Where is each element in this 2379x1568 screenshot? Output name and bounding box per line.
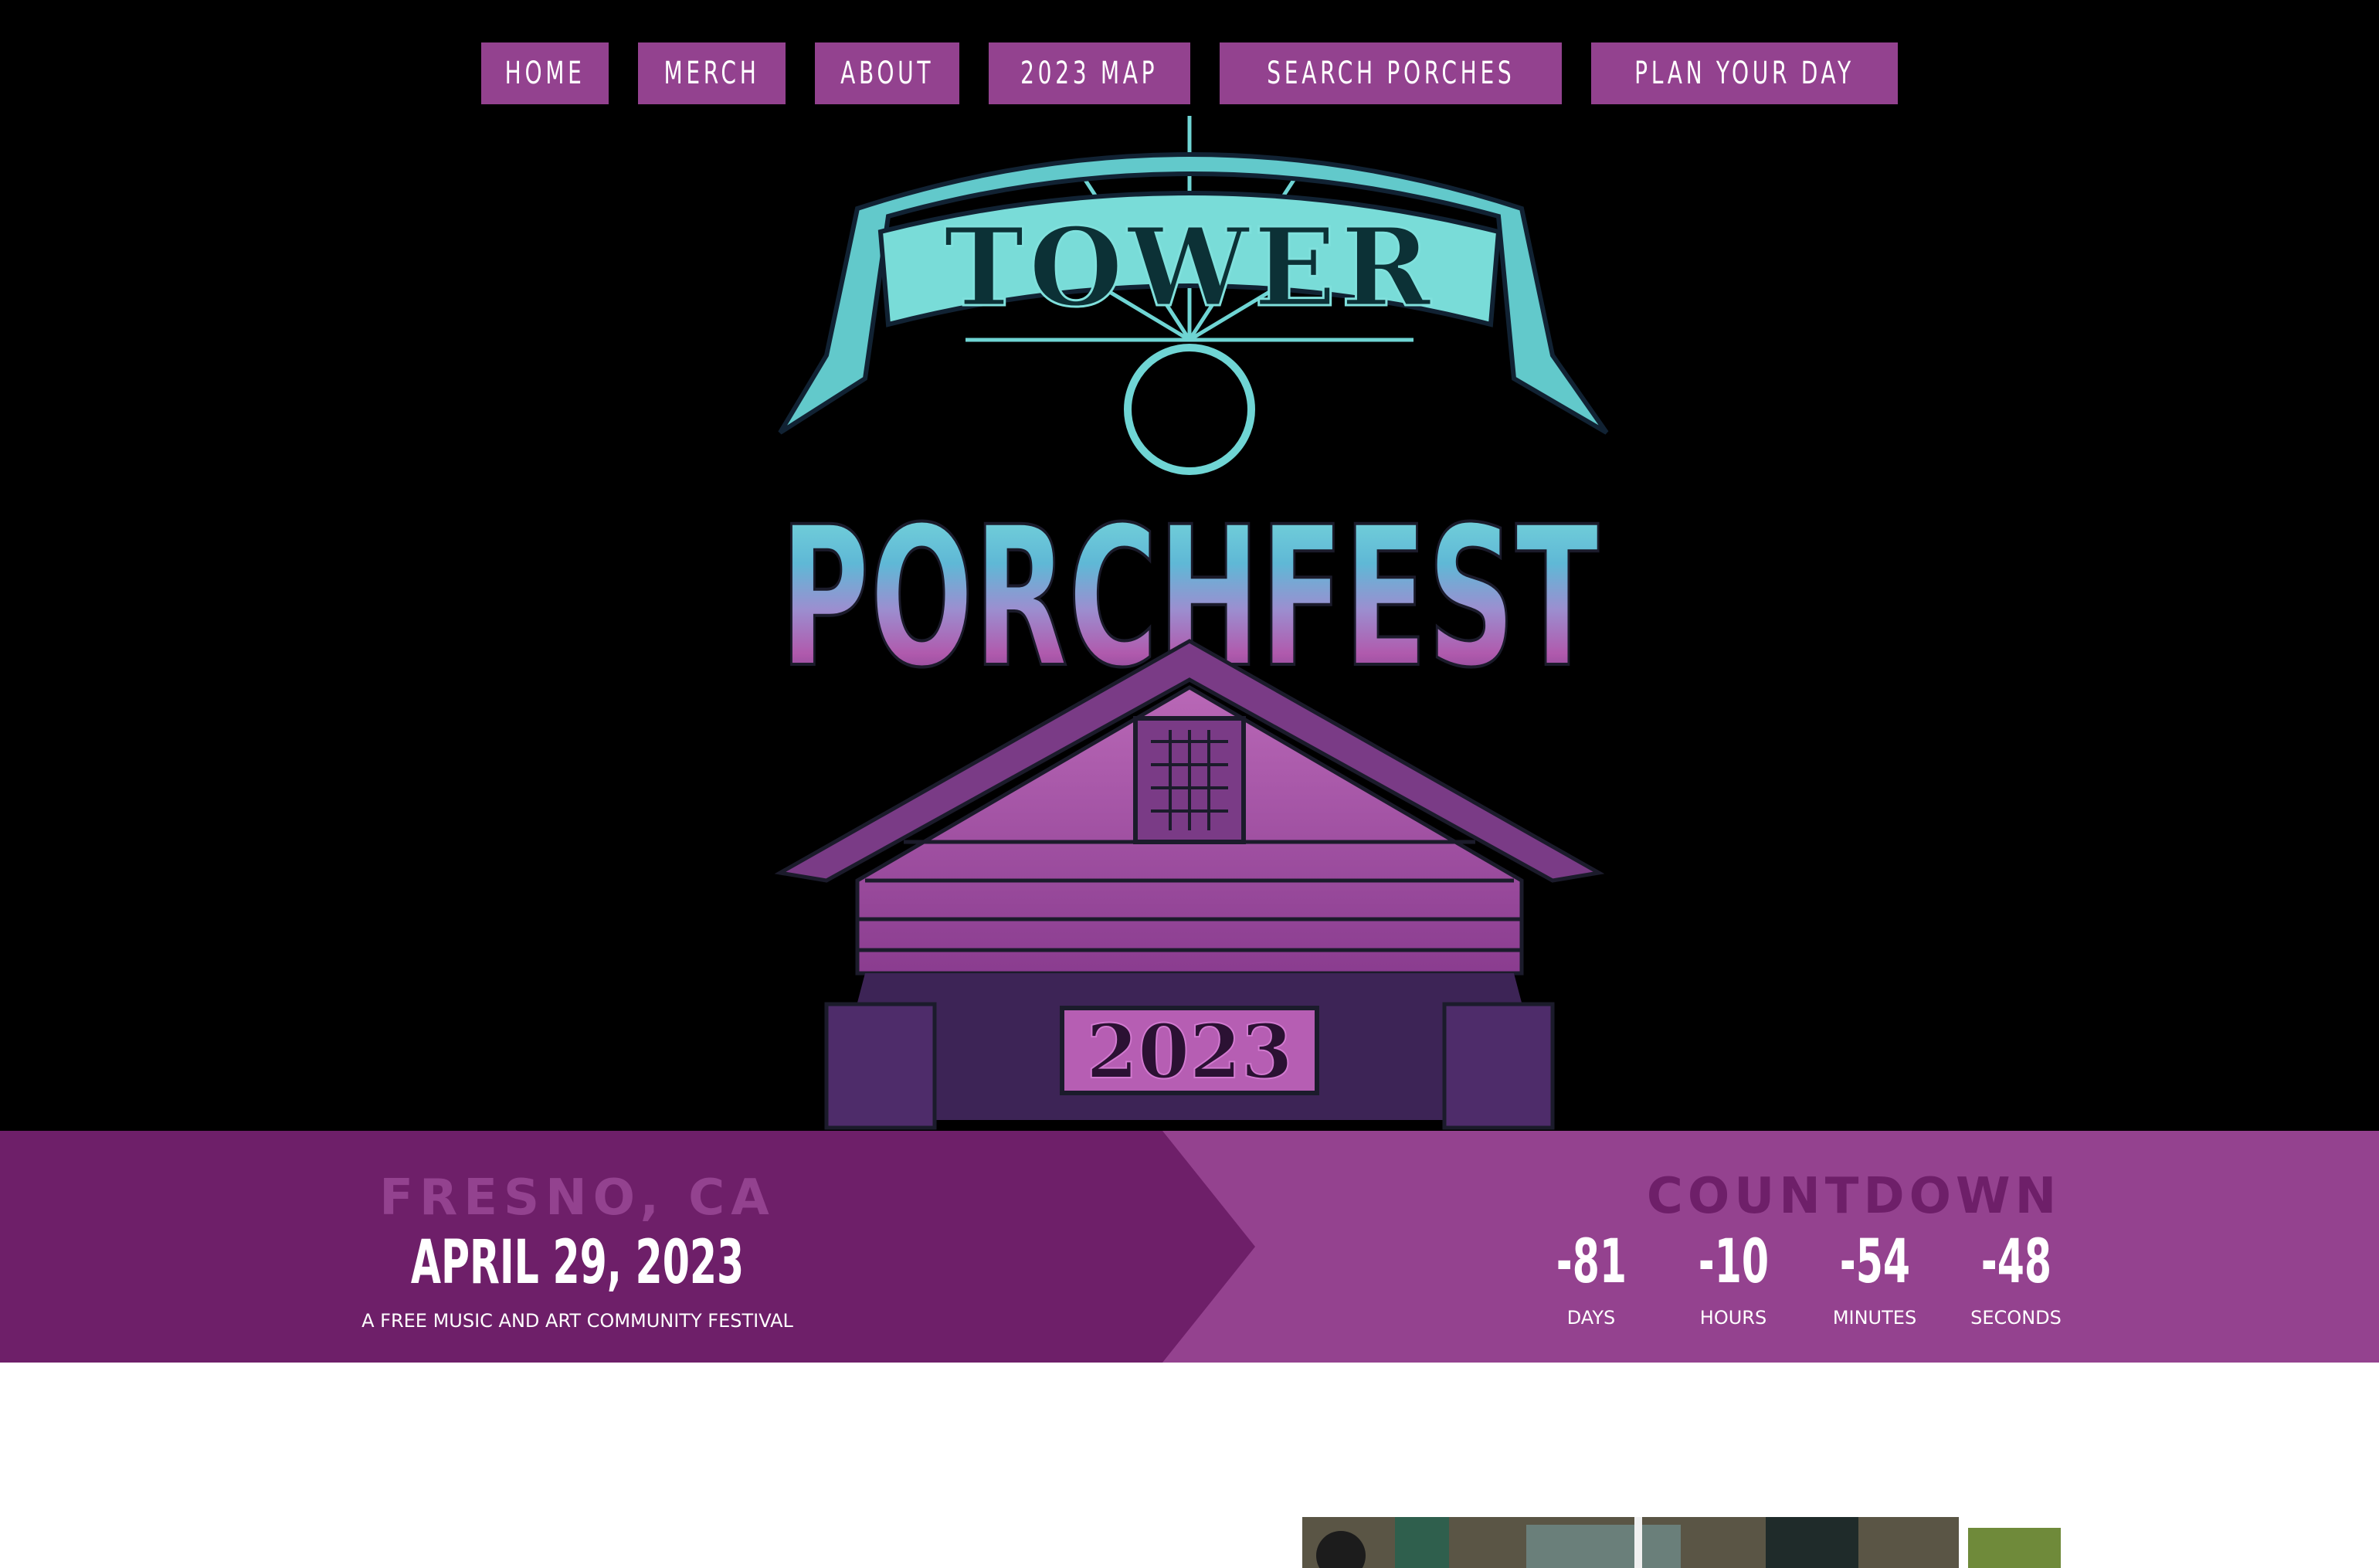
header: HOME MERCH ABOUT 2023 MAP SEARCH PORCHES… bbox=[0, 0, 2379, 1131]
event-tagline: A FREE MUSIC AND ART COMMUNITY FESTIVAL bbox=[361, 1310, 793, 1332]
nav-2023-map[interactable]: 2023 MAP bbox=[989, 42, 1190, 104]
main-nav: HOME MERCH ABOUT 2023 MAP SEARCH PORCHES… bbox=[0, 42, 2379, 104]
countdown-days-label: DAYS bbox=[1566, 1307, 1616, 1329]
countdown-seconds-label: SECONDS bbox=[1970, 1307, 2062, 1329]
tower-porchfest-logo: TOWER PORCHFEST 2023 bbox=[774, 116, 1609, 1130]
nav-home[interactable]: HOME bbox=[480, 42, 609, 104]
countdown-hours-label: HOURS bbox=[1699, 1307, 1767, 1329]
nav-home-label: HOME bbox=[504, 56, 585, 91]
countdown-hours-value: -10 bbox=[1698, 1227, 1769, 1297]
nav-about-label: ABOUT bbox=[840, 56, 935, 91]
countdown-minutes: -54 MINUTES bbox=[1813, 1230, 1936, 1329]
nav-merch-label: MERCH bbox=[663, 56, 760, 91]
event-date: APRIL 29, 2023 bbox=[0, 1228, 1155, 1298]
countdown-minutes-label: MINUTES bbox=[1832, 1307, 1917, 1329]
countdown-days-value: -81 bbox=[1556, 1227, 1627, 1297]
nav-search-porches[interactable]: SEARCH PORCHES bbox=[1219, 42, 1563, 104]
countdown-title: COUNTDOWN bbox=[1646, 1168, 2062, 1225]
countdown-days: -81 DAYS bbox=[1529, 1230, 1653, 1329]
countdown-seconds: -48 SECONDS bbox=[1954, 1230, 2078, 1329]
countdown-seconds-value: -48 bbox=[1980, 1227, 2052, 1297]
sun bbox=[1124, 344, 1255, 475]
event-date-text: APRIL 29, 2023 bbox=[410, 1228, 745, 1298]
event-location: FRESNO, CA bbox=[379, 1169, 775, 1227]
nav-plan-your-day-label: PLAN YOUR DAY bbox=[1634, 56, 1855, 91]
nav-2023-map-label: 2023 MAP bbox=[1020, 56, 1159, 91]
countdown-timer: -81 DAYS -10 HOURS -54 MINUTES -48 SECON… bbox=[1529, 1230, 2101, 1353]
nav-search-porches-label: SEARCH PORCHES bbox=[1266, 56, 1515, 91]
event-info-band: FRESNO, CA APRIL 29, 2023 A FREE MUSIC A… bbox=[0, 1131, 2379, 1363]
porch-photo bbox=[1302, 1517, 2072, 1568]
poster-year: 2023 bbox=[1086, 1008, 1292, 1095]
countdown-hours: -10 HOURS bbox=[1671, 1230, 1795, 1329]
nav-merch[interactable]: MERCH bbox=[637, 42, 786, 104]
countdown-minutes-value: -54 bbox=[1839, 1227, 1910, 1297]
nav-plan-your-day[interactable]: PLAN YOUR DAY bbox=[1591, 42, 1899, 104]
poster-top-word: TOWER bbox=[944, 205, 1435, 331]
nav-about[interactable]: ABOUT bbox=[814, 42, 960, 104]
page: HOME MERCH ABOUT 2023 MAP SEARCH PORCHES… bbox=[0, 0, 2379, 1568]
